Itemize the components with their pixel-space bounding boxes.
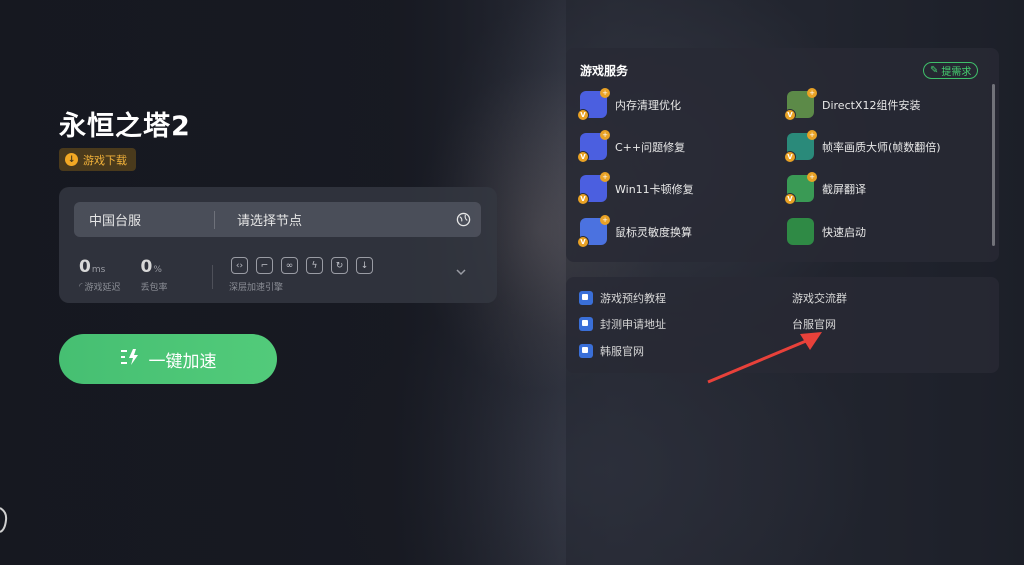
loss-unit: %	[153, 265, 162, 275]
game-services-panel: 游戏服务 ✎ 提需求 V + 内存清理优化 V + DirectX12组件安装 V +…	[566, 48, 999, 262]
route-icon[interactable]: ⌐	[256, 257, 273, 274]
service-label: Win11卡顿修复	[615, 182, 694, 196]
service-label: DirectX12组件安装	[822, 98, 921, 112]
pen-icon: ✎	[930, 65, 939, 76]
latency-label: 游戏延迟	[84, 283, 121, 293]
memory-clean-icon: V +	[577, 88, 610, 121]
service-label: 截屏翻译	[822, 182, 866, 196]
game-download-button[interactable]: ↓ 游戏下载	[59, 148, 136, 171]
loss-stat: 0% 丢包率	[141, 257, 168, 293]
win11-fix-icon: V +	[577, 172, 610, 205]
service-label: C++问题修复	[615, 140, 686, 154]
request-feature-button[interactable]: ✎ 提需求	[923, 62, 979, 79]
directx-icon: V +	[784, 88, 817, 121]
service-item-screenshot-translate[interactable]: V + 截屏翻译	[784, 172, 866, 205]
framerate-icon: V +	[784, 130, 817, 163]
one-click-boost-button[interactable]: 一键加速	[59, 334, 277, 384]
quick-launch-icon	[787, 218, 814, 245]
accel-engine-icons: ‹› ⌐ ∞ ϟ ↻ ↓	[231, 257, 373, 274]
services-title: 游戏服务	[580, 64, 629, 78]
latency-value: 0	[79, 257, 91, 277]
link-label: 韩服官网	[600, 345, 644, 358]
link-label: 封测申请地址	[600, 318, 666, 331]
link-beta-application[interactable]: 封测申请地址	[579, 316, 666, 332]
signal-icon: ◜	[79, 281, 83, 292]
boost-label: 一键加速	[148, 351, 217, 372]
game-download-label: 游戏下载	[83, 153, 127, 167]
latency-stat: 0ms ◜ 游戏延迟	[79, 257, 121, 293]
service-label: 帧率画质大师(帧数翻倍)	[822, 140, 941, 154]
annotation-arrow	[707, 332, 822, 384]
boost-icon	[120, 348, 140, 371]
screenshot-translate-icon: V +	[784, 172, 817, 205]
link-label: 游戏预约教程	[600, 292, 666, 305]
game-title: 永恒之塔2	[59, 111, 191, 142]
server-card: 中国台服 请选择节点 0ms ◜ 游戏延迟 0% 丢包率 ‹› ⌐ ∞ ϟ ↻ ↓…	[59, 187, 497, 303]
loss-value: 0	[140, 257, 153, 277]
stats: 0ms ◜ 游戏延迟 0% 丢包率	[79, 257, 168, 293]
edge-glyph-icon	[0, 507, 8, 533]
server-selector: 中国台服 请选择节点	[74, 202, 481, 237]
service-item-framerate[interactable]: V + 帧率画质大师(帧数翻倍)	[784, 130, 941, 163]
link-kr-official-site[interactable]: 韩服官网	[579, 343, 644, 359]
chevron-down-icon[interactable]	[454, 265, 468, 279]
server-region[interactable]: 中国台服	[74, 210, 214, 229]
service-item-win11-fix[interactable]: V + Win11卡顿修复	[577, 172, 694, 205]
loss-label: 丢包率	[140, 283, 168, 293]
link-icon	[579, 317, 593, 331]
latency-unit: ms	[91, 265, 106, 275]
scrollbar[interactable]	[992, 84, 995, 246]
service-item-quick-launch[interactable]: 快速启动	[787, 218, 866, 245]
service-item-directx[interactable]: V + DirectX12组件安装	[784, 88, 921, 121]
download-arrow-icon[interactable]: ↓	[356, 257, 373, 274]
node-select[interactable]: 请选择节点	[215, 210, 445, 229]
divider	[212, 265, 213, 289]
download-icon: ↓	[65, 153, 78, 166]
service-item-cpp-fix[interactable]: V + C++问题修复	[577, 130, 686, 163]
service-label: 快速启动	[822, 225, 866, 239]
service-label: 内存清理优化	[615, 98, 681, 112]
request-label: 提需求	[941, 67, 972, 78]
service-label: 鼠标灵敏度换算	[615, 225, 692, 239]
link-icon	[579, 344, 593, 358]
code-icon[interactable]: ‹›	[231, 257, 248, 274]
link-icon	[579, 291, 593, 305]
refresh-icon[interactable]: ↻	[331, 257, 348, 274]
cpp-fix-icon: V +	[577, 130, 610, 163]
link-reservation-tutorial[interactable]: 游戏预约教程	[579, 290, 666, 306]
globe-icon[interactable]	[445, 212, 481, 227]
link-icon[interactable]: ∞	[281, 257, 298, 274]
link-community-group[interactable]: 游戏交流群	[792, 290, 847, 306]
link-label: 游戏交流群	[792, 292, 847, 305]
service-item-memory-clean[interactable]: V + 内存清理优化	[577, 88, 681, 121]
lightning-icon[interactable]: ϟ	[306, 257, 323, 274]
mouse-sensitivity-icon: V +	[577, 215, 610, 248]
service-item-mouse-sensitivity[interactable]: V + 鼠标灵敏度换算	[577, 215, 692, 248]
accel-engine-label: 深层加速引擎	[229, 283, 284, 293]
